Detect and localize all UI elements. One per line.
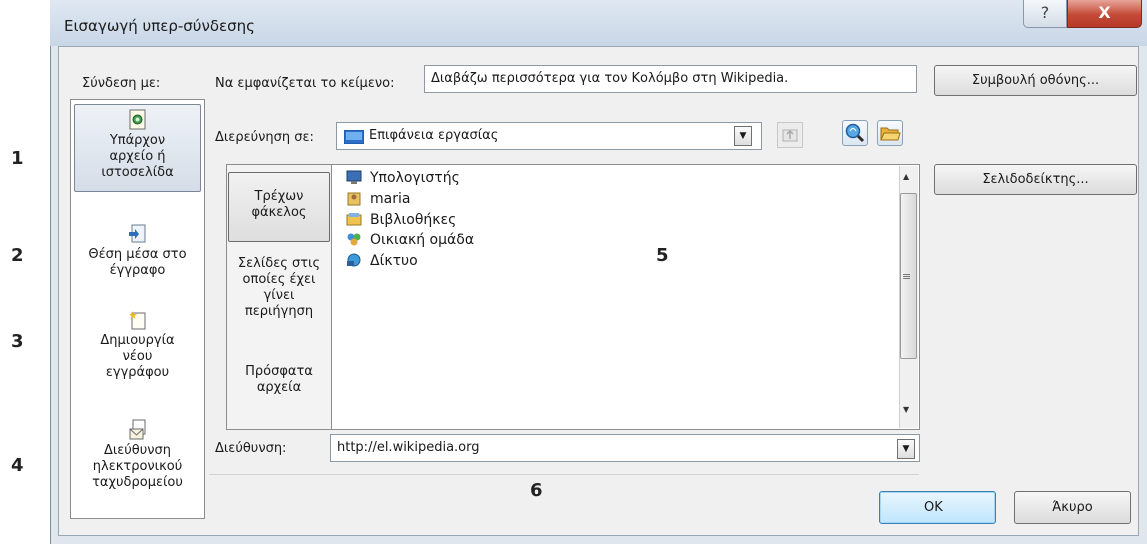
- link-new-document[interactable]: Δημιουργία νέου εγγράφου: [74, 305, 201, 400]
- list-item[interactable]: Βιβλιοθήκες: [346, 210, 456, 230]
- browse-file-button[interactable]: [877, 120, 903, 146]
- desktop-icon: [344, 130, 364, 144]
- link-existing-file-label: Υπάρχον αρχείο ή ιστοσελίδα: [101, 133, 174, 180]
- callout-number-4: 4: [11, 455, 24, 476]
- network-icon: [347, 253, 361, 267]
- bookmark-button[interactable]: Σελιδοδείκτης...: [934, 164, 1137, 195]
- up-one-folder-button[interactable]: [777, 122, 803, 148]
- link-email-address-label: Διεύθυνση ηλεκτρονικού ταχυδρομείου: [92, 443, 183, 490]
- existing-file-icon: [129, 109, 145, 130]
- scrollbar-grip-icon: ≡: [902, 270, 912, 283]
- callout-number-3: 3: [11, 331, 24, 352]
- link-existing-file[interactable]: Υπάρχον αρχείο ή ιστοσελίδα: [74, 104, 201, 192]
- homegroup-icon: [347, 233, 361, 246]
- tab-browsed-pages-label: Σελίδες στις οποίες έχει γίνει περιήγηση: [237, 256, 321, 319]
- callout-number-1: 1: [11, 148, 24, 169]
- list-item[interactable]: maria: [346, 189, 410, 209]
- browse-web-button[interactable]: [842, 120, 868, 146]
- look-in-combo[interactable]: Επιφάνεια εργασίας: [336, 122, 762, 150]
- text-to-display-label: Να εμφανίζεται το κείμενο:: [215, 76, 395, 91]
- address-input[interactable]: http://el.wikipedia.org: [330, 434, 920, 462]
- look-in-label: Διερεύνηση σε:: [215, 130, 314, 145]
- list-item[interactable]: Δίκτυο: [346, 251, 418, 271]
- up-folder-icon: [782, 129, 798, 142]
- email-address-icon: [129, 419, 145, 440]
- link-email-address[interactable]: Διεύθυνση ηλεκτρονικού ταχυδρομείου: [74, 415, 201, 510]
- tab-recent-files[interactable]: Πρόσφατα αρχεία: [228, 364, 330, 404]
- callout-number-6: 6: [530, 480, 543, 501]
- close-button[interactable]: X: [1067, 0, 1142, 28]
- scroll-up-arrow[interactable]: ▲: [903, 172, 909, 181]
- open-folder-icon: [880, 127, 901, 141]
- address-label: Διεύθυνση:: [215, 441, 287, 456]
- browse-web-icon: [845, 123, 865, 143]
- tab-current-folder-label: Τρέχων φάκελος: [251, 189, 307, 220]
- tab-browsed-pages[interactable]: Σελίδες στις οποίες έχει γίνει περιήγηση: [228, 256, 330, 334]
- help-button[interactable]: ?: [1023, 0, 1067, 28]
- user-folder-icon: [347, 192, 361, 206]
- libraries-icon: [346, 213, 362, 226]
- look-in-dropdown-arrow[interactable]: ▼: [734, 126, 752, 146]
- screentip-button[interactable]: Συμβουλή οθόνης...: [934, 65, 1137, 96]
- text-to-display-input[interactable]: Διαβάζω περισσότερα για τον Κολόμβο στη …: [424, 65, 917, 93]
- cancel-button[interactable]: Άκυρο: [1014, 491, 1131, 524]
- link-place-in-document-label: Θέση μέσα στο έγγραφο: [88, 247, 187, 278]
- look-in-value: Επιφάνεια εργασίας: [369, 128, 499, 143]
- file-list[interactable]: [332, 164, 920, 430]
- dialog-title: Εισαγωγή υπερ-σύνδεσης: [64, 17, 255, 35]
- list-item[interactable]: Υπολογιστής: [346, 168, 460, 188]
- link-new-document-label: Δημιουργία νέου εγγράφου: [100, 333, 175, 380]
- new-document-icon: [128, 311, 145, 330]
- ok-button[interactable]: OK: [879, 491, 996, 524]
- computer-icon: [346, 170, 362, 184]
- list-item[interactable]: Οικιακή ομάδα: [346, 230, 474, 250]
- separator: [209, 474, 919, 475]
- tab-recent-files-label: Πρόσφατα αρχεία: [245, 364, 313, 395]
- link-place-in-document[interactable]: Θέση μέσα στο έγγραφο: [74, 219, 201, 289]
- tab-current-folder[interactable]: Τρέχων φάκελος: [228, 172, 330, 242]
- place-in-document-icon: [128, 224, 145, 243]
- callout-number-2: 2: [11, 245, 24, 266]
- address-dropdown-arrow[interactable]: ▼: [897, 439, 915, 459]
- scroll-down-arrow[interactable]: ▼: [903, 405, 909, 414]
- callout-number-5: 5: [656, 245, 669, 266]
- link-with-label: Σύνδεση με:: [82, 76, 161, 91]
